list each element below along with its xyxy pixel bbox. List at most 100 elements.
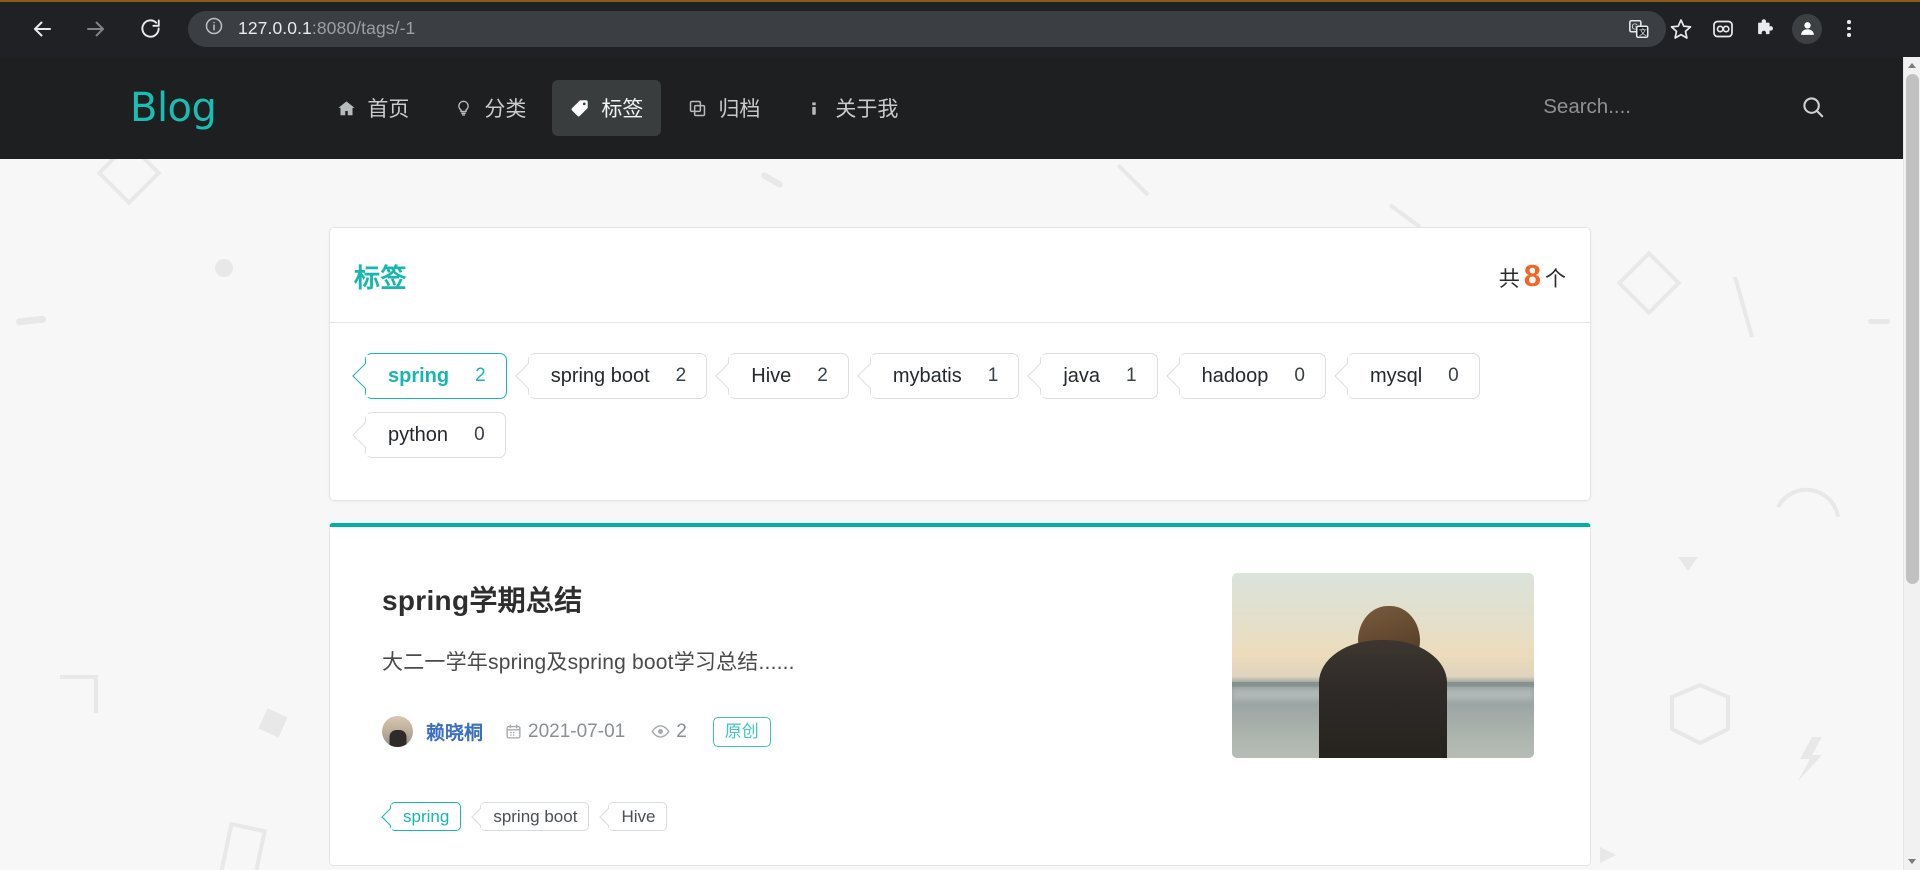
- site-navbar: Blog 首页 分类 标签 归档 关于我 Search....: [0, 57, 1920, 159]
- scrollbar-down-button[interactable]: [1904, 853, 1920, 870]
- nav-link-home[interactable]: 首页: [318, 80, 427, 136]
- tags-count-suffix: 个: [1545, 268, 1566, 291]
- post-date-label: 2021-07-01: [528, 720, 626, 742]
- tag-pill-name: python: [388, 423, 449, 446]
- post-tag-spring-boot[interactable]: spring boot: [480, 802, 590, 831]
- tags-card-header: 标签 共 8 个: [330, 228, 1590, 323]
- tag-pill-count: 0: [1294, 365, 1305, 386]
- nav-link-about-label: 关于我: [835, 98, 899, 121]
- nav-link-tags-label: 标签: [601, 98, 644, 121]
- browser-back-button[interactable]: [22, 9, 62, 49]
- tag-pill-spring-boot[interactable]: spring boot 2: [527, 353, 708, 399]
- tag-pill-count: 2: [817, 365, 828, 386]
- tag-pill-name: spring: [388, 364, 450, 387]
- tag-pill-spring[interactable]: spring 2: [365, 353, 507, 399]
- page-viewport: Blog 首页 分类 标签 归档 关于我 Search.... 标签 共 8 个…: [0, 57, 1920, 870]
- url-host: 127.0.0.1: [238, 18, 312, 38]
- eye-icon: [651, 722, 670, 741]
- browser-toolbar: 127.0.0.1:8080/tags/-1 G 文: [0, 0, 1920, 57]
- tag-pill-name: java: [1063, 364, 1101, 387]
- post-views-count: 2: [676, 720, 687, 742]
- tag-pill-name: mysql: [1369, 364, 1423, 387]
- lastpass-icon[interactable]: [1704, 10, 1742, 48]
- post-badge-wrap: 原创: [712, 716, 771, 747]
- bookmark-star-icon[interactable]: [1662, 10, 1700, 48]
- tag-pill-mysql[interactable]: mysql 0: [1346, 353, 1480, 399]
- tag-pill-python[interactable]: python 0: [365, 412, 506, 458]
- tag-pill-name: Hive: [751, 364, 792, 387]
- post-description: 大二一学年spring及spring boot学习总结......: [382, 651, 795, 674]
- translate-icon[interactable]: G 文: [1620, 10, 1658, 48]
- tag-pill-count: 1: [1126, 365, 1137, 386]
- status-badge: 原创: [712, 716, 771, 747]
- post-tag-hive[interactable]: Hive: [608, 802, 668, 831]
- tags-card-title: 标签: [354, 263, 408, 293]
- tag-pill-mybatis[interactable]: mybatis 1: [869, 353, 1020, 399]
- copy-icon: [687, 98, 707, 118]
- tags-count-prefix: 共: [1498, 268, 1520, 291]
- navbar-search[interactable]: Search....: [1543, 95, 1825, 121]
- search-icon[interactable]: [1801, 95, 1825, 119]
- tag-pill-count: 0: [474, 424, 485, 445]
- home-icon: [336, 98, 356, 118]
- tags-count-number: 8: [1523, 258, 1541, 293]
- browser-reload-button[interactable]: [130, 9, 170, 49]
- tags-card: 标签 共 8 个 spring 2 spring boot 2 Hive 2 m…: [329, 227, 1591, 501]
- chevron-up-icon: [1908, 63, 1916, 68]
- post-card[interactable]: spring学期总结 大二一学年spring及spring boot学习总结..…: [329, 523, 1591, 866]
- post-tag-list: spring spring boot Hive: [382, 802, 1534, 831]
- tag-pill-name: hadoop: [1201, 364, 1269, 387]
- extensions-puzzle-icon[interactable]: [1746, 10, 1784, 48]
- post-thumbnail[interactable]: [1232, 573, 1534, 758]
- tag-pill-count: 1: [987, 365, 999, 386]
- site-info-icon[interactable]: [204, 16, 224, 41]
- info-icon: [804, 98, 824, 118]
- post-tag-label: spring boot: [493, 806, 578, 826]
- arrow-right-icon: [87, 21, 104, 36]
- tag-pill-hadoop[interactable]: hadoop 0: [1178, 353, 1326, 399]
- tags-list: spring 2 spring boot 2 Hive 2 mybatis 1: [330, 323, 1590, 500]
- tag-pill-name: spring boot: [550, 364, 650, 387]
- nav-link-home-label: 首页: [367, 98, 410, 121]
- search-placeholder: Search....: [1543, 95, 1631, 118]
- arrow-left-icon: [34, 21, 51, 36]
- main-content: 标签 共 8 个 spring 2 spring boot 2 Hive 2 m…: [329, 159, 1591, 866]
- chevron-down-icon: [1908, 859, 1916, 864]
- post-meta: 赖晓桐 2021-07-01 2 原创: [382, 716, 1202, 747]
- site-brand[interactable]: Blog: [130, 85, 217, 131]
- tag-pill-count: 0: [1448, 365, 1459, 386]
- calendar-icon: [505, 723, 522, 740]
- tag-pill-java[interactable]: java 1: [1040, 353, 1158, 399]
- post-tag-label: spring: [403, 806, 450, 826]
- chrome-menu-icon[interactable]: [1830, 10, 1868, 48]
- nav-link-categories-label: 分类: [484, 98, 527, 121]
- post-tag-label: Hive: [621, 806, 656, 826]
- post-author[interactable]: 赖晓桐: [426, 718, 483, 745]
- scrollbar-up-button[interactable]: [1904, 57, 1920, 74]
- nav-link-archive[interactable]: 归档: [669, 80, 778, 136]
- avatar: [382, 716, 413, 747]
- browser-forward-button[interactable]: [76, 9, 116, 49]
- url-path: :8080/tags/-1: [311, 18, 416, 38]
- bulb-icon: [453, 98, 473, 118]
- nav-link-categories[interactable]: 分类: [435, 80, 544, 136]
- page-scrollbar[interactable]: [1903, 57, 1920, 870]
- post-tag-spring[interactable]: spring: [390, 802, 462, 831]
- nav-link-about[interactable]: 关于我: [786, 80, 916, 136]
- scrollbar-thumb[interactable]: [1906, 74, 1919, 584]
- window-top-accent: [0, 0, 1920, 2]
- reload-icon: [140, 19, 160, 38]
- post-row: spring学期总结 大二一学年spring及spring boot学习总结..…: [382, 573, 1534, 758]
- browser-actions: G 文: [1629, 10, 1868, 48]
- tag-pill-name: mybatis: [892, 364, 962, 387]
- post-body: spring学期总结 大二一学年spring及spring boot学习总结..…: [382, 573, 1202, 747]
- nav-link-tags[interactable]: 标签: [552, 80, 662, 136]
- address-bar[interactable]: 127.0.0.1:8080/tags/-1: [188, 10, 1666, 47]
- profile-avatar-icon[interactable]: [1788, 10, 1826, 48]
- post-title[interactable]: spring学期总结: [382, 579, 1202, 619]
- tag-icon: [570, 98, 590, 118]
- url-text: 127.0.0.1:8080/tags/-1: [238, 18, 415, 39]
- tag-pill-hive[interactable]: Hive 2: [728, 353, 849, 399]
- nav-link-archive-label: 归档: [718, 98, 761, 121]
- post-views: 2: [651, 721, 687, 743]
